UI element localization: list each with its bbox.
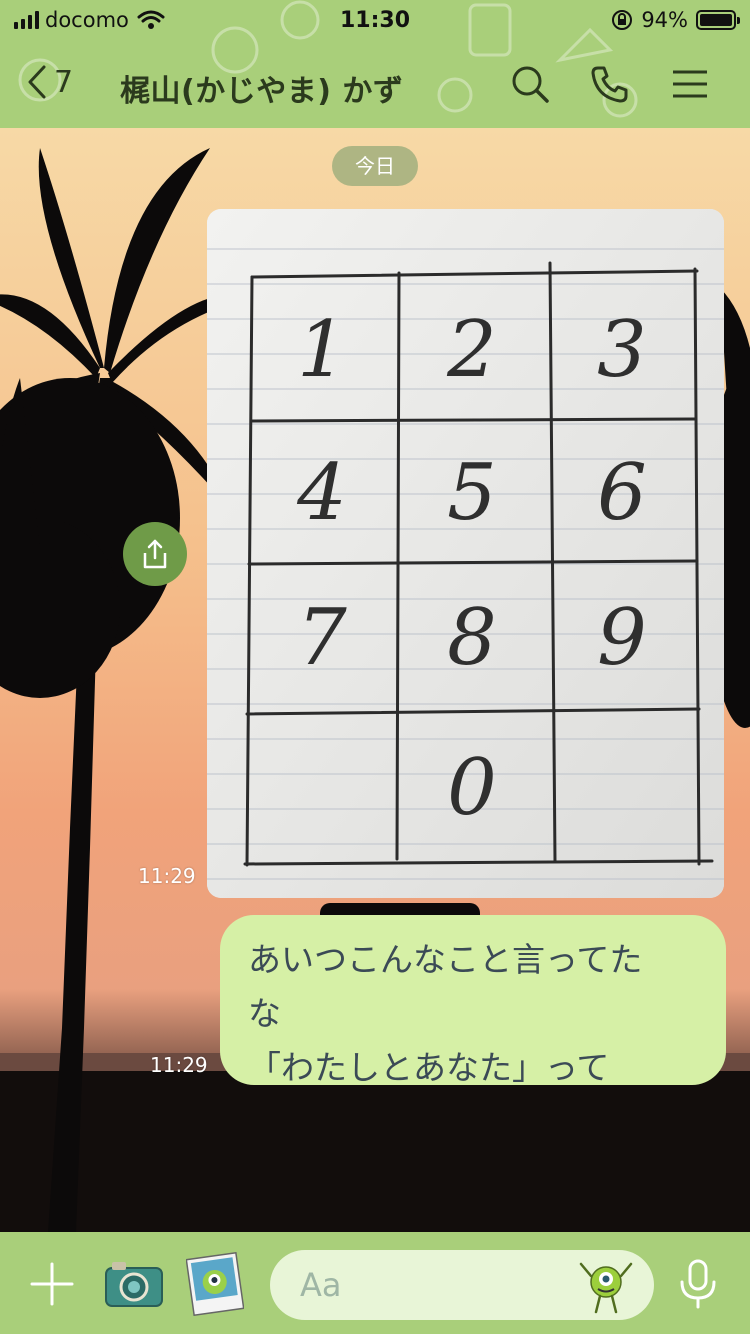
phone-icon bbox=[591, 66, 628, 103]
chevron-left-icon bbox=[28, 65, 46, 99]
message-time: 11:29 bbox=[150, 1053, 208, 1077]
chat-nav: 7 梶山(かじやま) かず bbox=[0, 60, 750, 110]
digit-cell: 6 bbox=[597, 447, 647, 538]
message-time: 11:29 bbox=[138, 864, 196, 888]
emoji-button[interactable] bbox=[578, 1256, 634, 1314]
message-line: あいつこんなこと言ってた bbox=[248, 940, 643, 979]
chat-background: 今日 1 2 3 4 5 6 7 8 9 0 11:29 あいつこんなこと言って… bbox=[0, 128, 750, 1232]
emoji-icon bbox=[579, 1262, 633, 1314]
digit-cell: 7 bbox=[297, 593, 347, 683]
digit-cell: 8 bbox=[447, 593, 497, 683]
plus-icon bbox=[30, 1262, 74, 1306]
chat-title: 梶山(かじやま) かず bbox=[120, 74, 404, 109]
image-message[interactable]: 1 2 3 4 5 6 7 8 9 0 bbox=[207, 209, 724, 898]
orientation-lock-icon bbox=[612, 10, 633, 30]
battery-icon bbox=[696, 10, 740, 30]
text-message-bubble[interactable]: あいつこんなこと言ってた な 「わたしとあなた」って bbox=[220, 915, 726, 1087]
back-button[interactable]: 7 bbox=[26, 64, 73, 100]
voice-button[interactable] bbox=[676, 1258, 720, 1310]
digit-cell: 9 bbox=[597, 593, 647, 683]
digit-cell: 3 bbox=[597, 305, 647, 395]
photo-sticker-button[interactable] bbox=[185, 1251, 245, 1317]
unread-count: 7 bbox=[54, 64, 74, 100]
call-button[interactable] bbox=[590, 64, 630, 104]
grid-digits: 1 2 3 4 5 6 7 8 9 0 bbox=[207, 209, 724, 898]
message-line: な bbox=[248, 994, 281, 1033]
search-button[interactable] bbox=[510, 64, 550, 104]
composer-bar: Aa bbox=[0, 1232, 750, 1334]
digit-cell: 4 bbox=[297, 447, 347, 538]
camera-icon bbox=[105, 1262, 163, 1307]
digit-cell: 5 bbox=[447, 447, 497, 538]
digit-cell: 1 bbox=[297, 305, 347, 395]
battery-percent: 94% bbox=[641, 8, 688, 32]
digit-cell: 0 bbox=[447, 743, 497, 833]
camera-button[interactable] bbox=[104, 1258, 164, 1308]
message-line: 「わたしとあなた」って bbox=[248, 1048, 610, 1087]
digit-cell: 2 bbox=[447, 305, 497, 395]
add-button[interactable] bbox=[28, 1260, 76, 1308]
menu-icon bbox=[673, 70, 707, 98]
header-bar: docomo 11:30 94% 7 梶山(かじやま) かず bbox=[0, 0, 750, 128]
status-bar: docomo 11:30 94% bbox=[0, 6, 750, 38]
menu-button[interactable] bbox=[670, 64, 710, 104]
search-icon bbox=[512, 66, 549, 103]
share-button[interactable] bbox=[123, 522, 187, 586]
message-input[interactable]: Aa bbox=[270, 1250, 654, 1320]
mic-icon bbox=[680, 1259, 716, 1309]
input-placeholder: Aa bbox=[300, 1266, 342, 1304]
date-separator: 今日 bbox=[332, 146, 418, 186]
sticker-icon bbox=[185, 1251, 245, 1317]
share-icon bbox=[143, 539, 167, 569]
